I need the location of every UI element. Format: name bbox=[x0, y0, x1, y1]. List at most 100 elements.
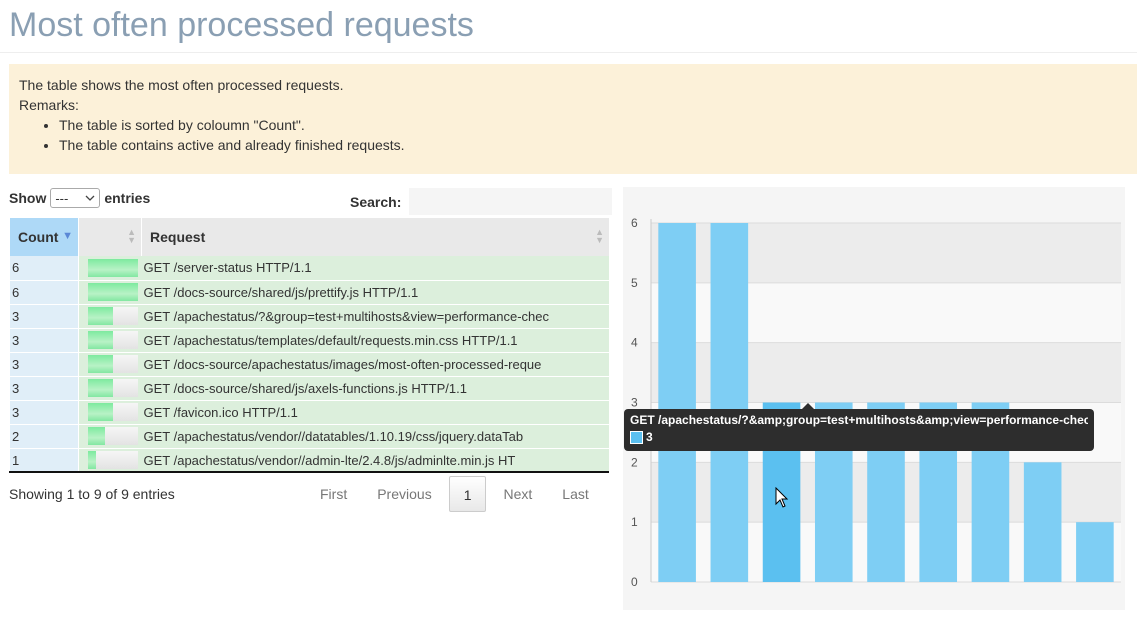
request-cell: GET /apachestatus/vendor//admin-lte/2.4.… bbox=[141, 448, 609, 473]
count-bar-cell bbox=[78, 328, 142, 353]
count-bar bbox=[88, 451, 138, 469]
entries-length-control: Show --- entries bbox=[9, 188, 150, 208]
count-bar bbox=[88, 258, 138, 277]
notice-remark: The table contains active and already fi… bbox=[59, 135, 1127, 155]
count-bar-fill bbox=[88, 307, 113, 325]
count-bar bbox=[88, 427, 138, 445]
pagination: First Previous 1 Next Last bbox=[305, 476, 604, 512]
count-bar-fill bbox=[88, 258, 138, 277]
chart-bar[interactable] bbox=[1076, 522, 1114, 582]
column-header-request-label: Request bbox=[150, 229, 206, 245]
sort-both-icon: ▲ ▼ bbox=[127, 227, 136, 245]
sort-descending-icon: ▼ bbox=[62, 230, 73, 242]
count-bar-cell bbox=[78, 400, 142, 425]
notice-intro: The table shows the most often processed… bbox=[19, 77, 344, 93]
count-cell: 6 bbox=[9, 280, 79, 305]
notice-remarks-label: Remarks: bbox=[19, 97, 79, 113]
y-tick-label: 3 bbox=[631, 396, 638, 410]
column-header-bar[interactable]: ▲ ▼ bbox=[78, 218, 142, 256]
notice-remarks-list: The table is sorted by coloumn "Count". … bbox=[19, 115, 1127, 155]
bar-chart: 0123456 bbox=[631, 216, 1121, 589]
count-bar-cell bbox=[78, 376, 142, 401]
request-cell: GET /server-status HTTP/1.1 bbox=[141, 256, 609, 281]
count-bar bbox=[88, 355, 138, 373]
title-divider bbox=[0, 52, 1137, 53]
pagination-next[interactable]: Next bbox=[488, 476, 547, 512]
y-tick-label: 2 bbox=[631, 455, 638, 469]
pagination-last[interactable]: Last bbox=[547, 476, 603, 512]
pagination-previous[interactable]: Previous bbox=[362, 476, 446, 512]
notice-remark: The table is sorted by coloumn "Count". bbox=[59, 115, 1127, 135]
entries-select-value: --- bbox=[55, 190, 69, 206]
y-tick-label: 6 bbox=[631, 216, 638, 230]
count-bar-cell bbox=[78, 448, 142, 473]
page-title: Most often processed requests bbox=[9, 6, 474, 44]
table-row: 3 GET /apachestatus/?&group=test+multihos… bbox=[9, 304, 609, 329]
count-bar-fill bbox=[88, 379, 113, 397]
count-bar-cell bbox=[78, 424, 142, 449]
count-bar bbox=[88, 331, 138, 349]
count-cell: 3 bbox=[9, 304, 79, 329]
count-bar-fill bbox=[88, 451, 97, 469]
count-bar-fill bbox=[88, 355, 113, 373]
table-row: 2 GET /apachestatus/vendor//datatables/1.… bbox=[9, 424, 609, 449]
mouse-cursor-icon bbox=[775, 487, 789, 508]
entries-label: entries bbox=[104, 190, 151, 206]
count-bar-cell bbox=[78, 304, 142, 329]
tooltip-title: GET /apachestatus/?&amp;group=test+multi… bbox=[630, 413, 1088, 427]
chevron-down-icon bbox=[85, 195, 95, 201]
count-cell: 2 bbox=[9, 424, 79, 449]
request-cell: GET /apachestatus/?&group=test+multihost… bbox=[141, 304, 609, 329]
count-bar-fill bbox=[88, 427, 105, 445]
count-bar-cell bbox=[78, 256, 142, 281]
count-bar bbox=[88, 307, 138, 325]
count-bar-fill bbox=[88, 403, 113, 421]
count-cell: 3 bbox=[9, 328, 79, 353]
y-tick-label: 0 bbox=[631, 575, 638, 589]
count-bar bbox=[88, 379, 138, 397]
count-cell: 6 bbox=[9, 256, 79, 281]
count-bar-fill bbox=[88, 283, 138, 301]
table-row: 6 GET /docs-source/shared/js/prettify.js … bbox=[9, 280, 609, 305]
table-row: 3 GET /docs-source/apachestatus/images/mo… bbox=[9, 352, 609, 377]
count-cell: 3 bbox=[9, 400, 79, 425]
chart-bar[interactable] bbox=[710, 223, 749, 582]
search-label: Search: bbox=[350, 193, 402, 210]
y-tick-label: 5 bbox=[631, 276, 638, 290]
show-label: Show bbox=[9, 190, 47, 206]
column-header-request[interactable]: Request ▲ ▼ bbox=[141, 218, 609, 256]
request-cell: GET /docs-source/shared/js/prettify.js H… bbox=[141, 280, 609, 305]
chart-panel: 0123456 bbox=[623, 187, 1125, 610]
count-bar-fill bbox=[88, 331, 113, 349]
y-tick-label: 1 bbox=[631, 515, 638, 529]
request-cell: GET /docs-source/apachestatus/images/mos… bbox=[141, 352, 609, 377]
table-row: 3 GET /docs-source/shared/js/axels-functi… bbox=[9, 376, 609, 401]
request-cell: GET /apachestatus/vendor//datatables/1.1… bbox=[141, 424, 609, 449]
search-control: Search: bbox=[350, 188, 613, 215]
chart-bar[interactable] bbox=[1023, 462, 1062, 582]
sort-both-icon: ▲ ▼ bbox=[595, 227, 604, 245]
request-cell: GET /docs-source/shared/js/axels-functio… bbox=[141, 376, 609, 401]
count-cell: 3 bbox=[9, 352, 79, 377]
count-bar-cell bbox=[78, 352, 142, 377]
table-bottom-border bbox=[9, 471, 609, 473]
pagination-page-current[interactable]: 1 bbox=[448, 476, 487, 512]
requests-table: Count ▼ ▲ ▼ Request ▲ ▼ 6 GET /server-statu… bbox=[9, 218, 609, 473]
y-tick-label: 4 bbox=[631, 336, 638, 350]
table-row: 3 GET /favicon.ico HTTP/1.1 bbox=[9, 400, 609, 425]
info-notice: The table shows the most often processed… bbox=[9, 64, 1137, 174]
request-cell: GET /favicon.ico HTTP/1.1 bbox=[141, 400, 609, 425]
table-info: Showing 1 to 9 of 9 entries bbox=[9, 486, 175, 502]
column-header-count[interactable]: Count ▼ bbox=[9, 218, 79, 256]
entries-select[interactable]: --- bbox=[50, 188, 101, 208]
chart-bar[interactable] bbox=[658, 223, 696, 582]
count-bar bbox=[88, 403, 138, 421]
request-cell: GET /apachestatus/templates/default/requ… bbox=[141, 328, 609, 353]
search-input[interactable] bbox=[409, 188, 613, 215]
tooltip-value: 3 bbox=[646, 430, 653, 444]
table-row: 6 GET /server-status HTTP/1.1 bbox=[9, 256, 609, 281]
count-cell: 1 bbox=[9, 448, 79, 473]
count-cell: 3 bbox=[9, 376, 79, 401]
table-row: 1 GET /apachestatus/vendor//admin-lte/2.4… bbox=[9, 448, 609, 473]
pagination-first[interactable]: First bbox=[305, 476, 362, 512]
